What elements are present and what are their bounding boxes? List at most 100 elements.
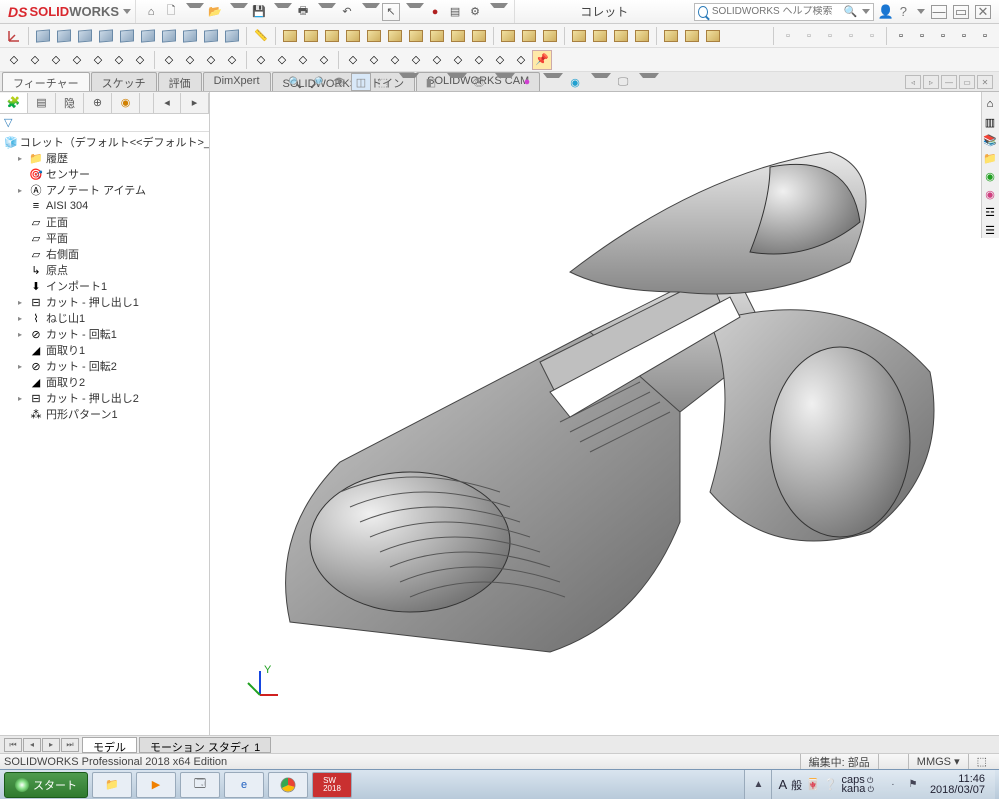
sk-20-icon[interactable]: ◇ [427,50,447,70]
logo-dropdown-icon[interactable] [123,9,131,14]
surf-4-icon[interactable] [343,26,363,46]
undo-icon[interactable]: ↶ [338,3,356,21]
tree-item-1[interactable]: 🎯センサー [0,166,209,182]
tree-item-6[interactable]: ▱右側面 [0,246,209,262]
sk-4-icon[interactable]: ◇ [67,50,87,70]
tool-c2-icon[interactable] [682,26,702,46]
tree-item-14[interactable]: ◢面取り2 [0,374,209,390]
taskpane-file-explorer-icon[interactable]: 📁 [982,150,998,166]
tree-expander-icon[interactable]: ▸ [18,298,28,307]
disp-3-icon[interactable]: ▫ [933,26,953,46]
graphics-viewport[interactable]: Y ⌂ ▥ 📚 📁 ◉ ◉ ☲ ☰ [210,92,999,735]
scene-icon[interactable]: ◉ [565,73,585,91]
sk-16-icon[interactable]: ◇ [343,50,363,70]
sk-23-icon[interactable]: ◇ [490,50,510,70]
tree-item-11[interactable]: ▸⊘カット - 回転1 [0,326,209,342]
sk-15-icon[interactable]: ◇ [314,50,334,70]
toolbar-pin-icon[interactable]: 📌 [532,50,552,70]
hide-show-drop-icon[interactable] [495,73,515,91]
asm-3-icon[interactable]: ▫ [820,26,840,46]
feat-9-icon[interactable] [201,26,221,46]
sk-22-icon[interactable]: ◇ [469,50,489,70]
search-dropdown-icon[interactable] [862,9,870,14]
asm-4-icon[interactable]: ▫ [841,26,861,46]
origin-triad-icon[interactable] [4,26,24,46]
taskbar-clock[interactable]: 11:46 2018/03/07 [926,774,989,796]
print-dropdown-icon[interactable] [318,3,336,21]
tree-item-9[interactable]: ▸⊟カット - 押し出し1 [0,294,209,310]
view-settings-icon[interactable]: 🖵 [613,73,633,91]
tree-item-13[interactable]: ▸⊘カット - 回転2 [0,358,209,374]
tree-expander-icon[interactable]: ▸ [18,394,28,403]
start-button[interactable]: スタート [4,772,88,798]
dimxpert-tab-icon[interactable]: ⊕ [84,93,112,113]
tree-item-15[interactable]: ▸⊟カット - 押し出し2 [0,390,209,406]
settings-dropdown-icon[interactable] [490,3,508,21]
disp-2-icon[interactable]: ▫ [912,26,932,46]
mdi-prev-icon[interactable]: ◃ [905,75,921,89]
prev-view-icon[interactable]: 👁 [329,73,349,91]
surf-6-icon[interactable] [385,26,405,46]
feat-sweep-icon[interactable] [75,26,95,46]
tool-b3-icon[interactable] [611,26,631,46]
asm-2-icon[interactable]: ▫ [799,26,819,46]
select-dropdown-icon[interactable] [406,3,424,21]
feat-8-icon[interactable] [180,26,200,46]
command-tab-1[interactable]: スケッチ [91,72,157,91]
surf-7-icon[interactable] [406,26,426,46]
sk-19-icon[interactable]: ◇ [406,50,426,70]
tree-expander-icon[interactable]: ▸ [18,154,28,163]
task-solidworks-icon[interactable]: SW2018 [312,772,352,798]
print-icon[interactable]: 🖶 [294,3,312,21]
rebuild-icon[interactable]: ● [426,3,444,21]
user-icon[interactable]: 👤 [878,4,894,20]
panel-collapse-left-icon[interactable]: ◂ [153,93,181,113]
tool-b4-icon[interactable] [632,26,652,46]
help-icon[interactable]: ? [900,4,907,19]
panel-collapse-right-icon[interactable]: ▸ [181,93,209,113]
sk-10-icon[interactable]: ◇ [201,50,221,70]
view-orient-icon[interactable]: ⬚ [373,73,393,91]
zoom-area-icon[interactable]: 🔎 [307,73,327,91]
undo-dropdown-icon[interactable] [362,3,380,21]
surf-8-icon[interactable] [427,26,447,46]
sk-8-icon[interactable]: ◇ [159,50,179,70]
tab-nav-prev-icon[interactable]: ◂ [23,738,41,752]
bottom-tab-0[interactable]: モデル [82,737,137,753]
sk-17-icon[interactable]: ◇ [364,50,384,70]
taskpane-custom-props-icon[interactable]: ☲ [982,204,998,220]
tree-item-8[interactable]: ⬇インポート1 [0,278,209,294]
sk-12-icon[interactable]: ◇ [251,50,271,70]
hide-show-icon[interactable]: 👁 [469,73,489,91]
sk-5-icon[interactable]: ◇ [88,50,108,70]
feature-tree-tab-icon[interactable]: 🧩 [0,93,28,113]
tool-a1-icon[interactable] [498,26,518,46]
config-mgr-tab-icon[interactable]: 隐 [56,93,84,113]
tray-flag-icon[interactable]: ⚑ [906,778,920,792]
display-mgr-tab-icon[interactable]: ◉ [112,93,140,113]
tree-expander-icon[interactable]: ▸ [18,362,28,371]
disp-4-icon[interactable]: ▫ [954,26,974,46]
window-minimize-icon[interactable]: — [931,5,947,19]
appearance-icon[interactable]: ● [517,73,537,91]
home-icon[interactable]: ⌂ [142,3,160,21]
appearance-drop-icon[interactable] [543,73,563,91]
taskpane-forum-icon[interactable]: ☰ [982,222,998,238]
taskpane-view-palette-icon[interactable]: ◉ [982,168,998,184]
tool-c1-icon[interactable] [661,26,681,46]
mdi-minimize-icon[interactable]: — [941,75,957,89]
mdi-next-icon[interactable]: ▹ [923,75,939,89]
feat-6-icon[interactable] [138,26,158,46]
orientation-triad[interactable]: Y [240,665,280,705]
surf-10-icon[interactable] [469,26,489,46]
tree-expander-icon[interactable]: ▸ [18,330,28,339]
open-icon[interactable]: 📂 [206,3,224,21]
tree-item-12[interactable]: ◢面取り1 [0,342,209,358]
save-dropdown-icon[interactable] [274,3,292,21]
tab-nav-next-icon[interactable]: ▸ [42,738,60,752]
surf-9-icon[interactable] [448,26,468,46]
sk-13-icon[interactable]: ◇ [272,50,292,70]
task-explorer-icon[interactable]: 📁 [92,772,132,798]
property-mgr-tab-icon[interactable]: ▤ [28,93,56,113]
tree-item-3[interactable]: ≡AISI 304 [0,198,209,214]
